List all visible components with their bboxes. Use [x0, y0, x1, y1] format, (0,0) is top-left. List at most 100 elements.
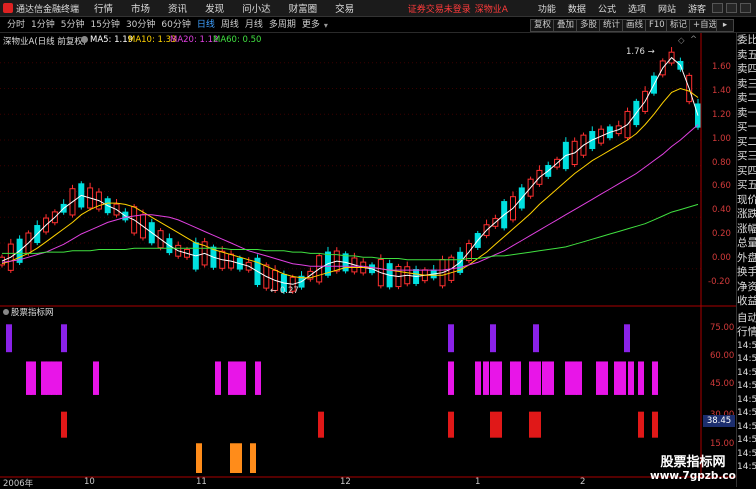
indicator-bar-red[interactable] — [529, 411, 535, 438]
indicator-bar-violet[interactable] — [448, 324, 454, 353]
indicator-bar-magenta[interactable] — [483, 361, 489, 395]
toolbar-expand-icon[interactable]: ▸ — [716, 19, 734, 32]
sidebar-item[interactable]: 涨跌 — [737, 207, 756, 222]
minimize-icon[interactable] — [712, 3, 723, 13]
indicator-bar-magenta[interactable] — [614, 361, 620, 395]
menu-guest[interactable]: 游客 — [682, 2, 712, 15]
indicator-bar-magenta[interactable] — [652, 361, 658, 395]
menu-item-ask[interactable]: 问小达 — [233, 1, 280, 15]
menu-formula[interactable]: 公式 — [592, 2, 622, 15]
period-tab-more[interactable]: 更多 — [299, 19, 323, 32]
period-tab-monthly[interactable]: 月线 — [242, 19, 266, 32]
toolbar-restore-button[interactable]: 复权 — [530, 19, 556, 32]
sidebar-item[interactable]: 自动 — [737, 311, 756, 326]
menu-item-market[interactable]: 行情 — [85, 1, 122, 15]
app-brand[interactable]: 通达信金融终端 — [0, 2, 85, 15]
indicator-bar-magenta[interactable] — [628, 361, 634, 395]
pin-icon[interactable]: ◇ — [678, 36, 685, 46]
indicator-bar-magenta[interactable] — [496, 361, 502, 395]
indicator-bar-red[interactable] — [638, 411, 644, 438]
indicator-bar-magenta[interactable] — [602, 361, 608, 395]
menu-item-trade[interactable]: 交易 — [326, 1, 363, 15]
menu-item-discover[interactable]: 发现 — [196, 1, 233, 15]
login-warning[interactable]: 证券交易未登录 — [408, 2, 471, 15]
period-tab-15min[interactable]: 15分钟 — [87, 19, 122, 32]
indicator-bar-magenta[interactable] — [234, 361, 240, 395]
period-tab-daily[interactable]: 日线 — [194, 19, 218, 32]
period-tab-multi[interactable]: 多周期 — [266, 19, 299, 32]
indicator-bar-magenta[interactable] — [93, 361, 99, 395]
indicator-bars[interactable] — [6, 324, 658, 473]
indicator-bar-red[interactable] — [448, 411, 454, 438]
toolbar-overlay-button[interactable]: 叠加 — [553, 19, 579, 32]
sidebar-item[interactable]: 净资 — [737, 280, 756, 295]
period-tab-intraday[interactable]: 分时 — [4, 19, 28, 32]
indicator-bar-magenta[interactable] — [638, 361, 644, 395]
menu-item-markets[interactable]: 市场 — [122, 1, 159, 15]
sidebar-item[interactable]: 外盘 — [737, 251, 756, 266]
indicator-bar-magenta[interactable] — [255, 361, 261, 395]
indicator-bar-orange[interactable] — [250, 443, 256, 473]
menu-item-news[interactable]: 资讯 — [159, 1, 196, 15]
toolbar-draw-button[interactable]: 画线 — [622, 19, 648, 32]
sidebar-item[interactable]: 卖二 — [737, 91, 756, 106]
period-tab-60min[interactable]: 60分钟 — [158, 19, 193, 32]
indicator-bar-magenta[interactable] — [215, 361, 221, 395]
indicator-bar-magenta[interactable] — [565, 361, 571, 395]
menu-item-wealth[interactable]: 财富圈 — [280, 1, 327, 15]
sidebar-item[interactable]: 买四 — [737, 164, 756, 179]
menu-function[interactable]: 功能 — [532, 2, 562, 15]
sidebar-item[interactable]: 行情 — [737, 325, 756, 340]
period-tab-30min[interactable]: 30分钟 — [123, 19, 158, 32]
indicator-bar-magenta[interactable] — [490, 361, 496, 395]
menu-data[interactable]: 数据 — [562, 2, 592, 15]
indicator-bar-magenta[interactable] — [576, 361, 582, 395]
sidebar-item[interactable]: 买三 — [737, 149, 756, 164]
sidebar-item[interactable]: 收益 — [737, 294, 756, 309]
more-chevron-icon[interactable]: ▾ — [324, 21, 328, 30]
sidebar-item[interactable]: 卖四 — [737, 62, 756, 77]
menu-website[interactable]: 网站 — [652, 2, 682, 15]
settings-dot-icon[interactable] — [81, 36, 88, 43]
toolbar-mark-button[interactable]: 标记 — [666, 19, 692, 32]
sidebar-item[interactable]: 买二 — [737, 135, 756, 150]
indicator-bar-magenta[interactable] — [542, 361, 548, 395]
indicator-bar-magenta[interactable] — [475, 361, 481, 395]
indicator-bar-violet[interactable] — [6, 324, 12, 353]
candlesticks[interactable] — [0, 47, 701, 295]
close-icon[interactable] — [740, 3, 751, 13]
toolbar-stats-button[interactable]: 统计 — [599, 19, 625, 32]
period-tab-1min[interactable]: 1分钟 — [28, 19, 58, 32]
indicator-bar-violet[interactable] — [624, 324, 630, 353]
indicator-bar-magenta[interactable] — [515, 361, 521, 395]
indicator-bar-red[interactable] — [535, 411, 541, 438]
sidebar-item[interactable]: 现价 — [737, 193, 756, 208]
indicator-bar-orange[interactable] — [196, 443, 202, 473]
sidebar-item[interactable]: 委比 — [737, 33, 756, 48]
indicator-bar-orange[interactable] — [236, 443, 242, 473]
toolbar-multi-button[interactable]: 多股 — [576, 19, 602, 32]
maximize-icon[interactable] — [726, 3, 737, 13]
indicator-bar-magenta[interactable] — [529, 361, 535, 395]
indicator-bar-red[interactable] — [318, 411, 324, 438]
sidebar-item[interactable]: 卖五 — [737, 48, 756, 63]
indicator-bar-magenta[interactable] — [56, 361, 62, 395]
indicator-bar-violet[interactable] — [533, 324, 539, 353]
indicator-bar-red[interactable] — [652, 411, 658, 438]
indicator-bar-magenta[interactable] — [620, 361, 626, 395]
indicator-bar-violet[interactable] — [490, 324, 496, 353]
indicator-bar-magenta[interactable] — [548, 361, 554, 395]
sidebar-item[interactable]: 换手 — [737, 265, 756, 280]
indicator-bar-violet[interactable] — [61, 324, 67, 353]
indicator-bar-magenta[interactable] — [228, 361, 234, 395]
indicator-bar-red[interactable] — [490, 411, 496, 438]
indicator-bar-magenta[interactable] — [448, 361, 454, 395]
indicator-bar-magenta[interactable] — [535, 361, 541, 395]
indicator-bar-red[interactable] — [61, 411, 67, 438]
indicator-bar-magenta[interactable] — [240, 361, 246, 395]
sidebar-item[interactable]: 卖一 — [737, 106, 756, 121]
chart-canvas[interactable] — [0, 33, 736, 487]
indicator-bar-orange[interactable] — [230, 443, 236, 473]
sidebar-item[interactable]: 买五 — [737, 178, 756, 193]
indicator-bar-magenta[interactable] — [30, 361, 36, 395]
